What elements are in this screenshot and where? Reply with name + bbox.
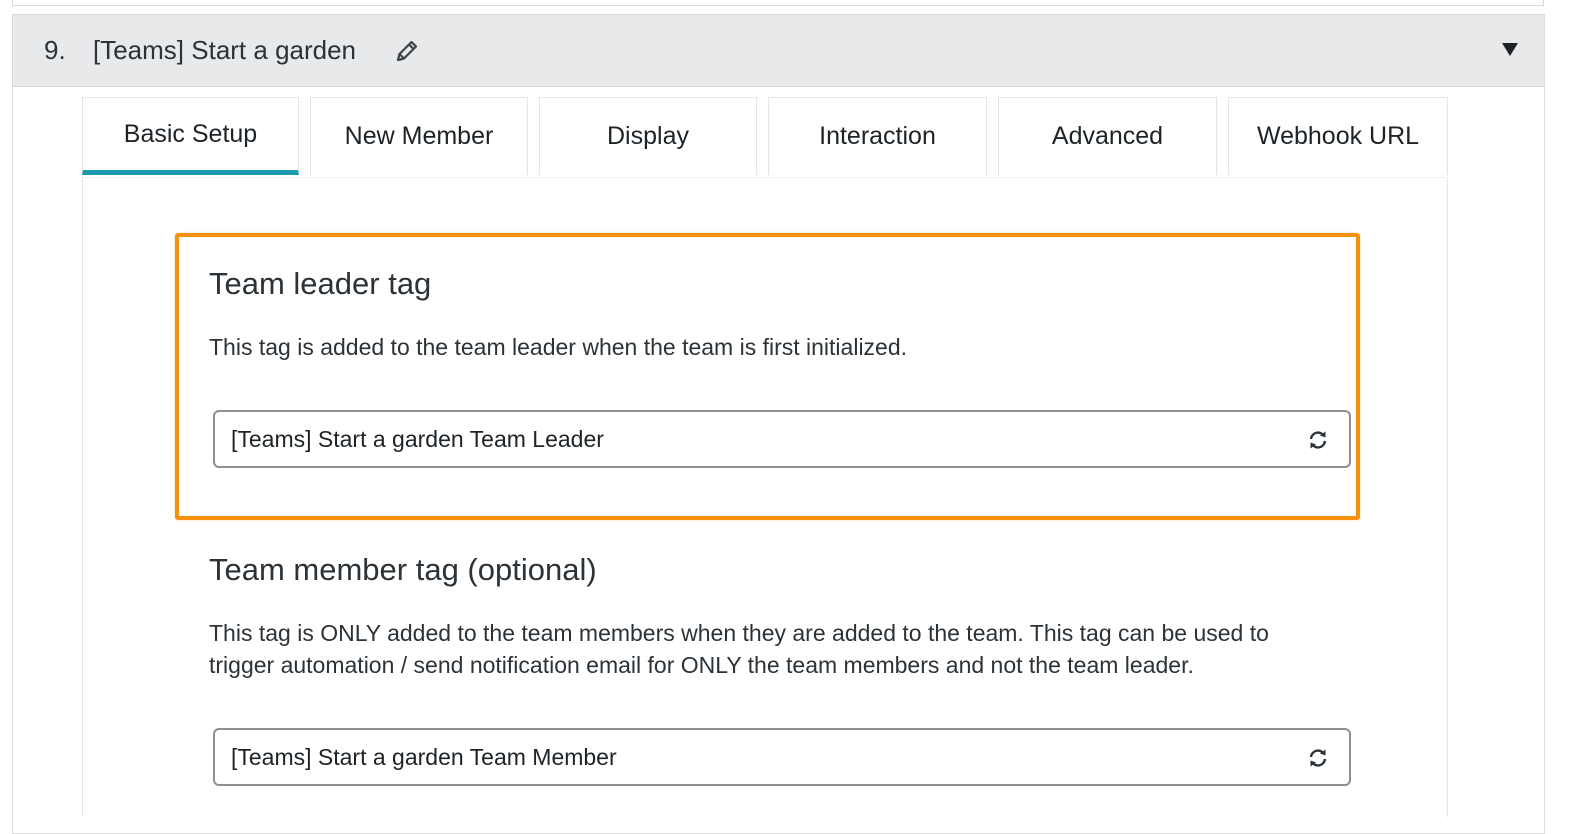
tab-webhook-url[interactable]: Webhook URL	[1228, 97, 1448, 175]
refresh-icon[interactable]	[1307, 747, 1329, 769]
leader-tag-title: Team leader tag	[209, 266, 432, 301]
tab-label: New Member	[344, 122, 494, 150]
tab-display[interactable]: Display	[539, 97, 757, 175]
previous-panel-edge	[12, 0, 1544, 6]
tab-label: Basic Setup	[123, 119, 258, 148]
tab-content-basic-setup: Team leader tag This tag is added to the…	[82, 177, 1448, 817]
tab-label: Advanced	[1051, 122, 1164, 150]
panel-title: [Teams] Start a garden	[93, 35, 357, 65]
tab-interaction[interactable]: Interaction	[768, 97, 987, 175]
tab-new-member[interactable]: New Member	[310, 97, 528, 175]
member-tag-value: [Teams] Start a garden Team Member	[231, 743, 617, 770]
member-tag-title: Team member tag (optional)	[209, 552, 597, 587]
tab-label: Interaction	[819, 122, 936, 150]
panel-header[interactable]: 9. [Teams] Start a garden	[13, 15, 1544, 87]
leader-tag-field[interactable]: [Teams] Start a garden Team Leader	[213, 410, 1351, 468]
tab-label: Webhook URL	[1256, 122, 1420, 150]
leader-tag-description: This tag is added to the team leader whe…	[209, 334, 908, 360]
tab-advanced[interactable]: Advanced	[998, 97, 1217, 175]
panel-number: 9.	[44, 35, 66, 65]
tab-label: Display	[607, 122, 689, 150]
pencil-icon[interactable]	[393, 37, 421, 65]
member-tag-description-line1: This tag is ONLY added to the team membe…	[209, 620, 1269, 646]
settings-tabs: Basic Setup New Member Display Interacti…	[82, 97, 1448, 177]
tab-basic-setup[interactable]: Basic Setup	[82, 97, 299, 175]
triangle-down-icon[interactable]	[1502, 43, 1518, 57]
member-tag-field[interactable]: [Teams] Start a garden Team Member	[213, 728, 1351, 786]
member-tag-description-line2: trigger automation / send notification e…	[209, 652, 1194, 678]
leader-tag-value: [Teams] Start a garden Team Leader	[231, 425, 604, 452]
refresh-icon[interactable]	[1307, 429, 1329, 451]
